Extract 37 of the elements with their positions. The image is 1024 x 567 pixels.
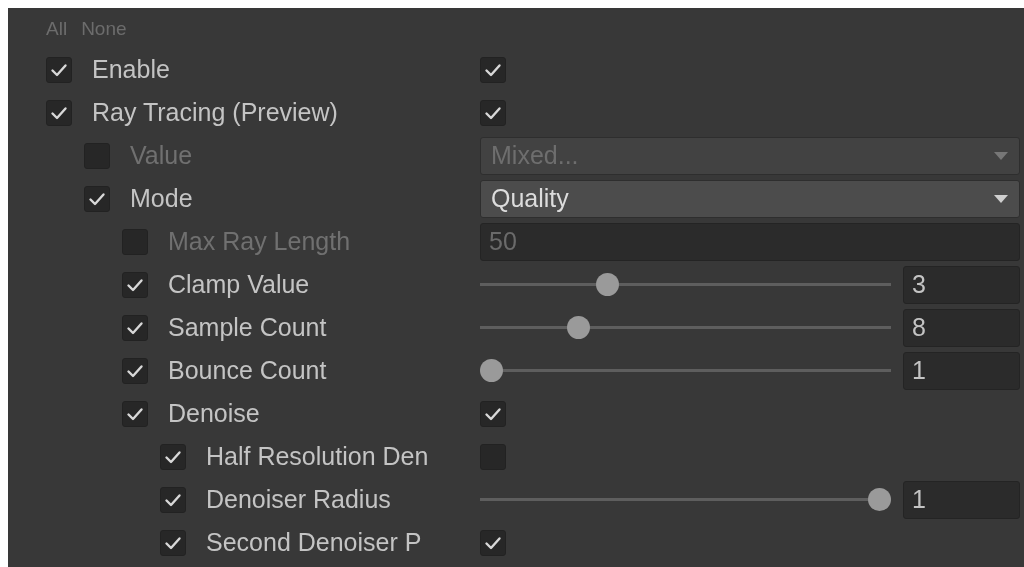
slider-thumb[interactable] bbox=[567, 316, 591, 339]
checkbox[interactable] bbox=[480, 400, 506, 427]
checkbox[interactable] bbox=[480, 56, 506, 83]
checkbox[interactable] bbox=[122, 271, 148, 298]
checkbox[interactable] bbox=[46, 99, 72, 126]
slider-thumb[interactable] bbox=[596, 273, 620, 296]
number-field[interactable]: 8 bbox=[903, 308, 1020, 347]
property-label: Bounce Count bbox=[168, 356, 327, 385]
property-label: Sample Count bbox=[168, 313, 327, 342]
property-label: Denoiser Radius bbox=[206, 485, 391, 514]
checkbox[interactable] bbox=[160, 443, 186, 470]
property-label: Second Denoiser P bbox=[206, 528, 422, 557]
checkbox[interactable] bbox=[122, 400, 148, 427]
slider-thumb[interactable] bbox=[480, 359, 503, 382]
property-label: Denoise bbox=[168, 399, 260, 428]
number-field[interactable]: 1 bbox=[903, 480, 1020, 519]
checkbox[interactable] bbox=[480, 529, 506, 556]
checkbox[interactable] bbox=[480, 99, 506, 126]
slider-thumb[interactable] bbox=[868, 488, 891, 511]
checkbox[interactable] bbox=[122, 314, 148, 341]
checkbox[interactable] bbox=[84, 185, 110, 212]
checkbox[interactable] bbox=[122, 357, 148, 384]
checkbox[interactable] bbox=[160, 486, 186, 513]
property-label: Clamp Value bbox=[168, 270, 310, 299]
number-field[interactable]: 3 bbox=[903, 265, 1020, 304]
property-label: Ray Tracing (Preview) bbox=[92, 98, 338, 127]
caret-icon bbox=[993, 150, 1009, 161]
property-label: Value bbox=[130, 141, 193, 170]
checkbox[interactable] bbox=[46, 56, 72, 83]
dropdown[interactable]: Quality bbox=[480, 179, 1020, 218]
property-label: Enable bbox=[92, 55, 170, 84]
checkbox[interactable] bbox=[160, 529, 186, 556]
caret-icon bbox=[993, 193, 1009, 204]
property-label: Max Ray Length bbox=[168, 227, 351, 256]
property-label: Mode bbox=[130, 184, 193, 213]
property-label: Half Resolution Den bbox=[206, 442, 429, 471]
number-field[interactable]: 1 bbox=[903, 351, 1020, 390]
